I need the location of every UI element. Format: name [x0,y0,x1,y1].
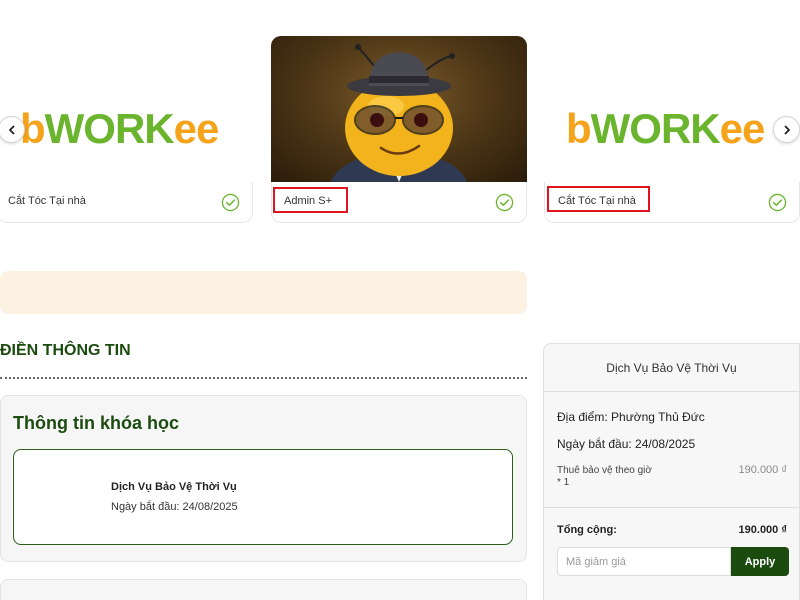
chevron-right-icon [784,125,790,134]
check-circle-icon [768,193,787,212]
line-item-quantity: * 1 [557,477,570,488]
summary-divider [544,507,799,508]
course-info-title: Thông tin khóa học [13,413,179,433]
total-value: 190.000 ₫ [738,524,787,536]
bee-mascot-image [271,36,527,182]
card-footer: Cắt Tóc Tại nhà [0,182,253,223]
course-card[interactable]: Dịch Vụ Bảo Vệ Thời Vụ Ngày bắt đầu: 24/… [13,449,513,545]
carousel-next-button[interactable] [773,116,800,143]
course-name: Dịch Vụ Bảo Vệ Thời Vụ [111,481,237,493]
apply-coupon-button[interactable]: Apply [731,547,789,576]
order-summary: Dịch Vụ Bảo Vệ Thời Vụ Địa điểm: Phường … [543,343,800,600]
highlight-box [547,186,650,212]
next-panel [0,579,527,600]
check-circle-icon [495,193,514,212]
summary-location: Địa điểm: Phường Thủ Đức [557,410,705,424]
coupon-input[interactable] [557,547,731,576]
line-item-price: 190.000 ₫ [738,464,787,476]
check-circle-icon [221,193,240,212]
bworkee-logo: bWORKee [566,105,765,152]
highlight-box [273,187,348,213]
chevron-left-icon [8,125,14,134]
notice-banner [0,271,527,314]
section-divider [0,377,527,379]
card-title: Cắt Tóc Tại nhà [8,195,86,207]
summary-start-date: Ngày bắt đầu: 24/08/2025 [557,437,696,451]
course-start-date: Ngày bắt đầu: 24/08/2025 [111,501,238,513]
bworkee-logo: bWORKee [20,105,219,152]
summary-title: Dịch Vụ Bảo Vệ Thời Vụ [544,344,799,392]
course-info-panel: Thông tin khóa học Dịch Vụ Bảo Vệ Thời V… [0,395,527,562]
section-title: ĐIỀN THÔNG TIN [0,342,131,359]
total-label: Tổng cộng: [557,524,617,536]
summary-line-item: Thuê bảo vệ theo giờ * 1 [557,465,687,489]
line-item-label: Thuê bảo vệ theo giờ [557,465,652,476]
